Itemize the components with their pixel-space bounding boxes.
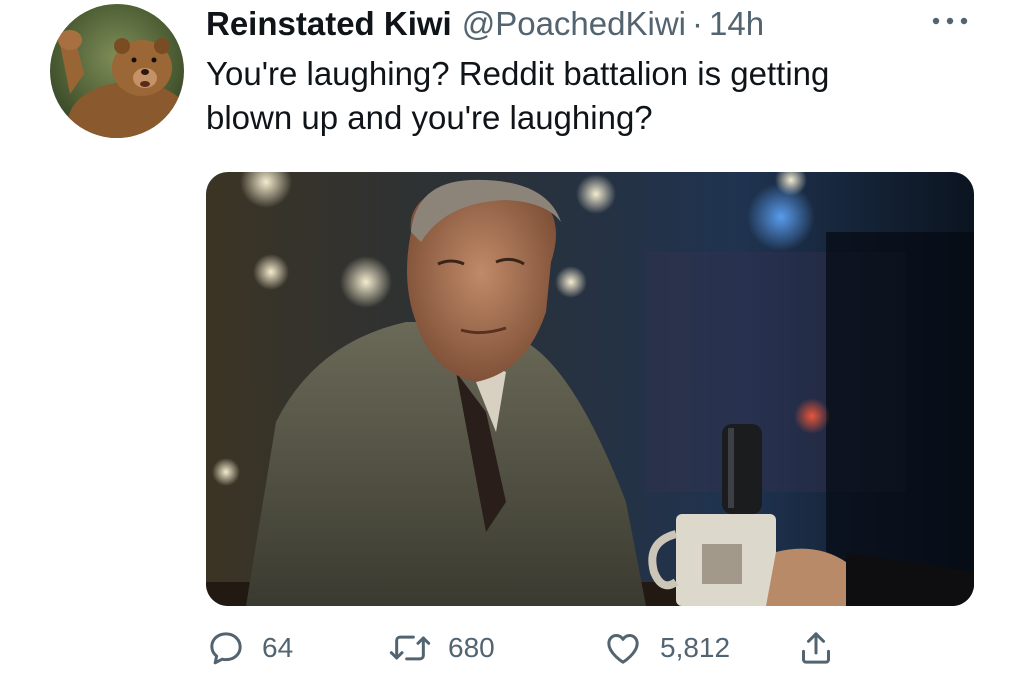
more-dots-icon — [932, 17, 968, 25]
header-separator: · — [692, 5, 703, 42]
like-button[interactable]: 5,812 — [602, 624, 730, 672]
tweet-timestamp[interactable]: 14h — [709, 5, 764, 43]
tweet-header: Reinstated Kiwi @PoachedKiwi · 14h — [206, 4, 764, 44]
heart-icon — [607, 634, 639, 664]
bear-avatar-icon — [50, 4, 184, 138]
author-avatar[interactable] — [50, 4, 184, 138]
author-display-name[interactable]: Reinstated Kiwi — [206, 5, 452, 43]
tweet-text-line: You're laughing? Reddit battalion is get… — [206, 55, 830, 92]
retweet-icon — [389, 635, 431, 661]
tweet-media-image[interactable] — [206, 172, 974, 606]
share-icon — [802, 632, 830, 664]
media-photo — [206, 172, 974, 606]
author-handle[interactable]: @PoachedKiwi — [462, 5, 686, 43]
share-button[interactable] — [796, 624, 836, 672]
tweet-actions: 64 680 5,812 — [206, 624, 906, 672]
retweet-count: 680 — [448, 632, 495, 663]
tweet-text: You're laughing? Reddit battalion is get… — [206, 52, 996, 140]
tweet-card[interactable]: Reinstated Kiwi @PoachedKiwi · 14h You'r… — [0, 0, 1024, 686]
reply-button[interactable]: 64 — [206, 624, 293, 672]
reply-icon — [210, 632, 242, 665]
like-count: 5,812 — [660, 632, 731, 663]
more-options-button[interactable] — [928, 8, 972, 34]
reply-count: 64 — [262, 632, 294, 663]
tweet-text-line: blown up and you're laughing? — [206, 99, 653, 136]
retweet-button[interactable]: 680 — [388, 624, 495, 672]
